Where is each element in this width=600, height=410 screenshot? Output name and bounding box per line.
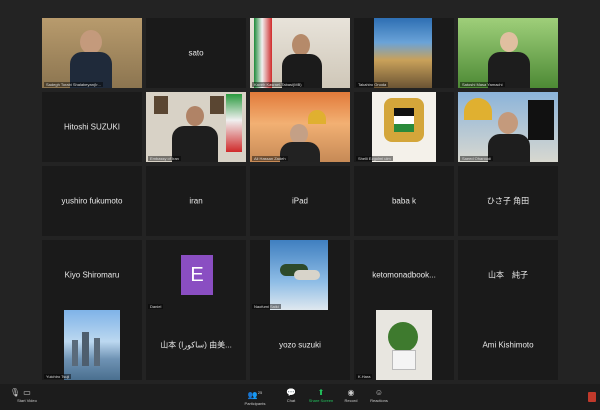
video-tile-2[interactable]: sato <box>146 18 246 88</box>
start-video-label: Start Video <box>17 398 37 403</box>
participants-icon: 👥25 <box>247 390 263 400</box>
share-screen-button[interactable]: ⬆ Share Screen <box>306 387 336 404</box>
avatar: E <box>181 255 213 295</box>
video-tile-15[interactable]: ひさ子 角田 <box>458 166 558 236</box>
video-tile-3[interactable]: Kaveh Kasraei-Tabasi(MB) <box>250 18 350 88</box>
participants-button[interactable]: 👥25 Participants <box>240 387 270 407</box>
video-tile-13[interactable]: iPad <box>250 166 350 236</box>
video-tile-22[interactable]: 山本 (ساکورا) 由美... <box>146 310 246 380</box>
participant-name: Kiyo Shiromaru <box>64 270 120 280</box>
record-label: Record <box>344 398 358 403</box>
video-tile-21[interactable]: Yuichiro Tsuji <box>42 310 142 380</box>
tile-name-tag: Takahiro Onoda <box>356 82 389 87</box>
chat-label: Chat <box>286 398 296 403</box>
video-tile-18[interactable]: Naofumi Saiki <box>250 240 350 310</box>
video-tile-4[interactable]: Takahiro Onoda <box>354 18 454 88</box>
tile-name-tag: K.Hara <box>356 374 373 379</box>
reactions-label: Reactions <box>370 398 388 403</box>
reactions-button[interactable]: ☺ Reactions <box>364 387 394 404</box>
share-screen-label: Share Screen <box>308 398 334 403</box>
tile-name-tag: Shelli Ezgolmi ulm <box>356 156 393 161</box>
video-tile-24[interactable]: K.Hara <box>354 310 454 380</box>
participant-name: 山本 (ساکورا) 由美... <box>160 340 232 350</box>
meeting-toolbar: 🎙 ▭ Start Video 👥25 Participants 💬 Chat … <box>0 384 600 410</box>
share-screen-icon: ⬆ <box>317 388 325 397</box>
participant-name: Hitoshi SUZUKI <box>63 122 120 132</box>
video-tile-8[interactable]: Ali Hassan Zadeh <box>250 92 350 162</box>
video-tile-7[interactable]: Embassy of Iran <box>146 92 246 162</box>
tile-name-tag: Satoshi Masa Yamachi <box>460 82 505 87</box>
participant-name: ひさ子 角田 <box>486 196 530 206</box>
tile-name-tag: Daniel <box>148 304 164 309</box>
participant-name: Ami Kishimoto <box>482 340 534 350</box>
smiley-icon: ☺ <box>374 388 384 397</box>
tile-name-tag: Sadegh Torabi Shalabeyan(Ir... <box>44 82 103 87</box>
participant-count: 25 <box>257 390 263 395</box>
participant-name: yushiro fukumoto <box>61 196 123 206</box>
tile-name-tag: Kaveh Kasraei-Tabasi(MB) <box>252 82 304 87</box>
participant-name: yozo suzuki <box>279 340 321 350</box>
video-tile-20[interactable]: 山本 純子 <box>458 240 558 310</box>
tile-name-tag: Naofumi Saiki <box>252 304 281 309</box>
video-tile-14[interactable]: baba k <box>354 166 454 236</box>
participants-label: Participants <box>244 400 266 406</box>
video-tile-5[interactable]: Satoshi Masa Yamachi <box>458 18 558 88</box>
video-tile-19[interactable]: ketomonadbook... <box>354 240 454 310</box>
tile-name-tag: Saeed Oharoudi <box>460 156 494 161</box>
participant-name: iPad <box>291 196 308 206</box>
video-tile-10[interactable]: Saeed Oharoudi <box>458 92 558 162</box>
participant-name: baba k <box>391 196 417 206</box>
start-video-button[interactable]: ▭ Start Video <box>12 387 42 404</box>
video-gallery: Sadegh Torabi Shalabeyan(Ir... sato Kave… <box>40 18 560 380</box>
video-tile-11[interactable]: yushiro fukumoto <box>42 166 142 236</box>
video-tile-9[interactable]: Shelli Ezgolmi ulm <box>354 92 454 162</box>
record-button[interactable]: ◉ Record <box>336 387 366 404</box>
participant-name: iran <box>189 196 203 206</box>
record-icon: ◉ <box>347 388 355 397</box>
tile-name-tag: Yuichiro Tsuji <box>44 374 72 379</box>
video-tile-6[interactable]: Hitoshi SUZUKI <box>42 92 142 162</box>
tile-name-tag: Ali Hassan Zadeh <box>252 156 288 161</box>
end-meeting-button[interactable] <box>588 392 596 402</box>
participant-name: ketomonadbook... <box>372 270 436 280</box>
tile-name-tag: Embassy of Iran <box>148 156 181 161</box>
chat-button[interactable]: 💬 Chat <box>276 387 306 404</box>
chat-bubble-icon: 💬 <box>286 388 296 397</box>
video-tile-17[interactable]: E Daniel <box>146 240 246 310</box>
participant-name: sato <box>188 48 204 58</box>
video-tile-1[interactable]: Sadegh Torabi Shalabeyan(Ir... <box>42 18 142 88</box>
video-tile-12[interactable]: iran <box>146 166 246 236</box>
video-tile-16[interactable]: Kiyo Shiromaru <box>42 240 142 310</box>
participant-name: 山本 純子 <box>488 270 528 280</box>
video-tile-23[interactable]: yozo suzuki <box>250 310 350 380</box>
video-tile-25[interactable]: Ami Kishimoto <box>458 310 558 380</box>
video-camera-icon: ▭ <box>23 388 31 397</box>
